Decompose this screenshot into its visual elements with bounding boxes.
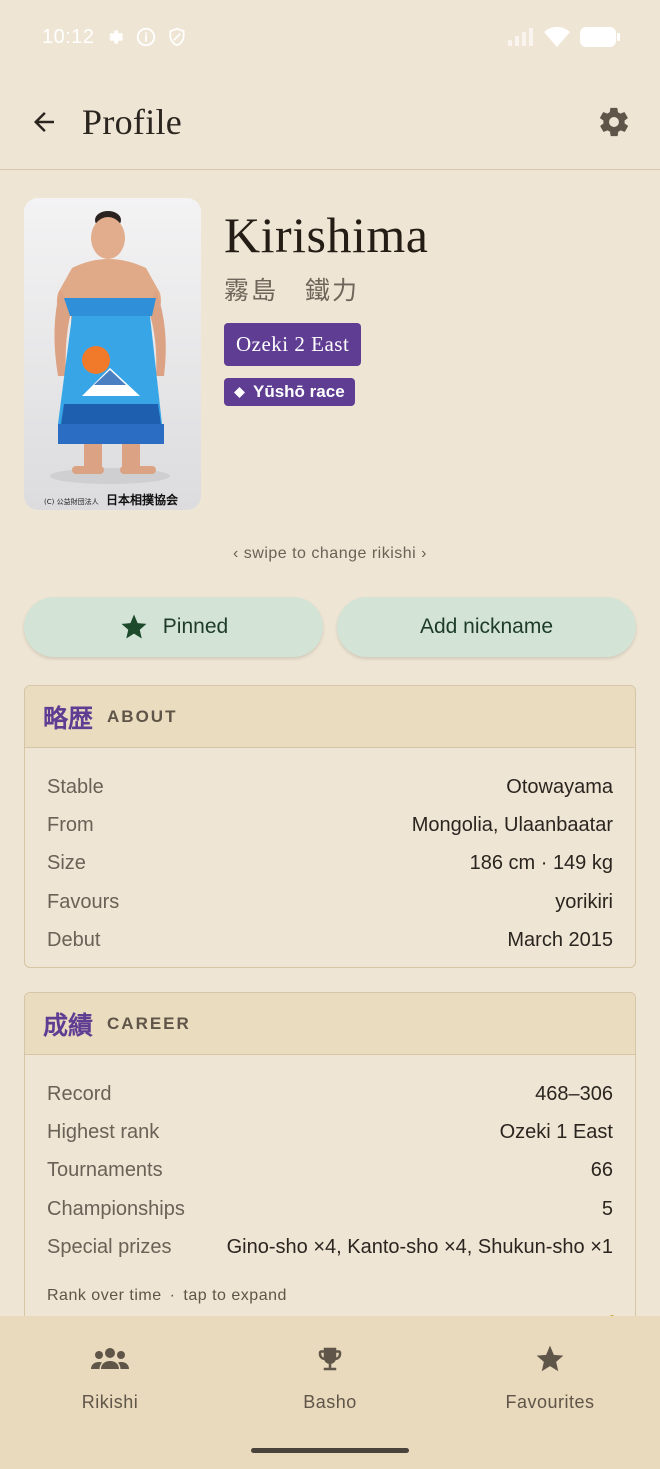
career-row-tournaments: Tournaments 66 <box>47 1152 613 1190</box>
about-kanji: 略歴 <box>43 703 94 733</box>
career-card-body: Record 468–306 Highest rank Ozeki 1 East… <box>25 1055 635 1331</box>
rikishi-kanji-name: 霧島 鐵力 <box>224 276 360 305</box>
about-row-favours: Favours yorikiri <box>47 883 613 921</box>
row-value: Gino-sho ×4, Kanto-sho ×4, Shukun-sho ×1 <box>226 1236 613 1259</box>
rikishi-info: Kirishima 霧島 鐵力 Ozeki 2 East Yūshō race <box>224 208 428 406</box>
settings-button[interactable] <box>592 100 636 144</box>
add-nickname-label: Add nickname <box>419 615 554 638</box>
row-label: Debut <box>47 929 101 952</box>
about-row-stable: Stable Otowayama <box>47 768 613 806</box>
group-icon <box>91 1344 129 1374</box>
wifi-icon <box>544 27 570 47</box>
about-row-from: From Mongolia, Ulaanbaatar <box>47 806 613 844</box>
nav-item-favourites[interactable]: Favourites <box>440 1316 660 1469</box>
career-kanji: 成績 <box>43 1010 94 1040</box>
star-icon <box>121 614 147 639</box>
rikishi-hero: (C) 公益財団法人 日本相撲協会 Kirishima 霧島 鐵力 Ozeki … <box>24 198 636 510</box>
rikishi-name: Kirishima <box>224 207 429 263</box>
rank-badge: Ozeki 2 East <box>224 323 362 366</box>
row-label: Size <box>47 852 86 875</box>
settings-icon <box>105 27 125 47</box>
pinned-label: Pinned <box>162 615 229 638</box>
star-icon <box>534 1344 566 1374</box>
career-card-header: 成績 CAREER <box>25 993 635 1055</box>
row-value: 66 <box>590 1159 613 1182</box>
nav-label-favourites: Favourites <box>505 1392 595 1412</box>
swipe-hint: ‹ swipe to change rikishi › <box>232 545 427 562</box>
about-row-debut: Debut March 2015 <box>47 922 613 960</box>
row-value: Ozeki 1 East <box>499 1121 613 1144</box>
about-card-body: Stable Otowayama From Mongolia, Ulaanbaa… <box>25 748 635 967</box>
row-label: Favours <box>47 890 120 913</box>
rikishi-portrait: (C) 公益財団法人 日本相撲協会 <box>24 198 201 510</box>
row-label: Tournaments <box>47 1159 163 1182</box>
status-right <box>508 26 620 48</box>
status-left: 10:12 <box>42 26 187 49</box>
career-title: CAREER <box>107 1013 191 1033</box>
row-label: Championships <box>47 1197 185 1220</box>
row-value: Mongolia, Ulaanbaatar <box>411 814 613 837</box>
tap-to-expand-hint: tap to expand <box>183 1286 287 1304</box>
row-label: Stable <box>47 775 104 798</box>
gear-icon <box>600 107 628 136</box>
rank-over-time-toggle[interactable]: Rank over time · tap to expand <box>47 1287 613 1305</box>
row-value: 186 cm · 149 kg <box>469 852 613 875</box>
row-value: yorikiri <box>555 890 613 913</box>
career-row-highest-rank: Highest rank Ozeki 1 East <box>47 1113 613 1151</box>
status-time: 10:12 <box>42 25 95 48</box>
nav-item-basho[interactable]: Basho <box>220 1316 440 1469</box>
about-title: ABOUT <box>107 706 178 726</box>
app-bar: Profile <box>0 74 660 170</box>
row-label: Special prizes <box>47 1236 172 1259</box>
signal-icon <box>508 28 534 46</box>
nav-item-rikishi[interactable]: Rikishi <box>0 1316 220 1469</box>
battery-icon <box>580 26 620 48</box>
career-card: 成績 CAREER Record 468–306 Highest rank Oz… <box>24 992 636 1332</box>
shield-icon <box>167 26 187 48</box>
about-card: 略歴 ABOUT Stable Otowayama From Mongolia,… <box>24 685 636 968</box>
row-value: 5 <box>601 1197 613 1220</box>
row-value: 468–306 <box>535 1082 613 1105</box>
yusho-race-chip: Yūshō race <box>224 378 355 406</box>
about-row-size: Size 186 cm · 149 kg <box>47 845 613 883</box>
row-value: Otowayama <box>506 775 613 798</box>
career-row-record: Record 468–306 <box>47 1075 613 1113</box>
row-label: Record <box>47 1082 112 1105</box>
trophy-icon <box>315 1344 345 1374</box>
about-card-header: 略歴 ABOUT <box>25 686 635 748</box>
page-title: Profile <box>82 101 183 142</box>
arrow-left-icon <box>34 111 54 132</box>
svg-text:日本相撲協会: 日本相撲協会 <box>106 492 179 507</box>
info-icon <box>135 26 157 48</box>
row-label: From <box>47 814 94 837</box>
add-nickname-button[interactable]: Add nickname <box>337 597 636 657</box>
rank-over-time-label: Rank over time <box>47 1286 162 1304</box>
career-row-championships: Championships 5 <box>47 1190 613 1228</box>
home-indicator[interactable] <box>251 1448 409 1453</box>
caption-separator: · <box>169 1286 176 1304</box>
row-value: March 2015 <box>507 929 613 952</box>
yusho-race-label: Yūshō race <box>253 382 345 401</box>
nav-label-rikishi: Rikishi <box>81 1392 139 1412</box>
status-bar: 10:12 <box>0 0 660 74</box>
nav-label-basho: Basho <box>303 1392 357 1412</box>
bottom-nav: Rikishi Basho Favourites <box>0 1316 660 1469</box>
row-label: Highest rank <box>47 1121 160 1144</box>
pinned-button[interactable]: Pinned <box>24 597 323 657</box>
portrait-caption: (C) 公益財団法人 <box>44 497 99 506</box>
career-row-special-prizes: Special prizes Gino-sho ×4, Kanto-sho ×4… <box>47 1229 613 1267</box>
diamond-icon <box>234 386 245 398</box>
action-row: Pinned Add nickname <box>24 597 636 657</box>
back-button[interactable] <box>24 102 64 142</box>
